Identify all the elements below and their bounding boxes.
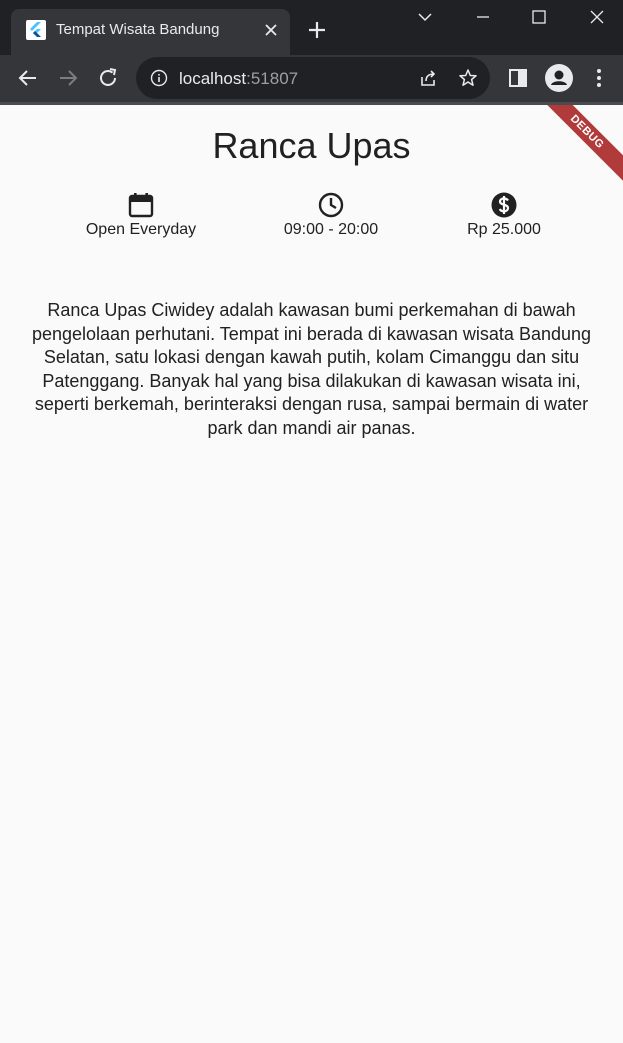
- more-menu-icon[interactable]: [587, 66, 611, 90]
- back-arrow-icon[interactable]: [17, 67, 39, 89]
- person-icon: [551, 70, 567, 85]
- url-port: :51807: [246, 69, 299, 88]
- url-host: localhost: [179, 69, 247, 88]
- profile-avatar[interactable]: [545, 64, 573, 92]
- address-bar[interactable]: localhost:51807: [136, 57, 490, 99]
- site-info-icon[interactable]: [150, 69, 168, 87]
- forward-arrow-icon[interactable]: [57, 67, 79, 89]
- dollar-icon: [491, 192, 517, 218]
- info-open-days: Open Everyday: [41, 191, 241, 239]
- window-close-icon[interactable]: [588, 8, 606, 26]
- browser-tab-strip: Tempat Wisata Bandung: [0, 0, 623, 55]
- side-panel-icon[interactable]: [506, 66, 530, 90]
- tab-search-chevron-icon[interactable]: [416, 8, 434, 26]
- opening-hours-label: 09:00 - 20:00: [283, 221, 379, 238]
- description-text: Ranca Upas Ciwidey adalah kawasan bumi p…: [31, 300, 592, 438]
- open-days-label: Open Everyday: [85, 221, 197, 238]
- reload-icon[interactable]: [97, 67, 119, 89]
- bookmark-star-icon[interactable]: [458, 68, 478, 88]
- info-ticket-price: Rp 25.000: [404, 191, 604, 239]
- info-opening-hours: 09:00 - 20:00: [231, 191, 431, 239]
- ticket-price-label: Rp 25.000: [467, 221, 541, 238]
- browser-tab[interactable]: Tempat Wisata Bandung: [11, 9, 290, 55]
- maximize-icon[interactable]: [530, 8, 548, 26]
- browser-toolbar: localhost:51807: [0, 55, 623, 102]
- flutter-logo-icon: [26, 20, 46, 40]
- page-title: Ranca Upas: [212, 125, 411, 166]
- close-tab-icon[interactable]: [261, 20, 281, 40]
- tab-title: Tempat Wisata Bandung: [56, 21, 220, 38]
- share-icon[interactable]: [418, 68, 438, 88]
- minimize-icon[interactable]: [474, 8, 492, 26]
- clock-icon: [318, 192, 344, 218]
- url-text[interactable]: localhost:51807: [179, 69, 298, 89]
- calendar-icon: [128, 193, 154, 218]
- new-tab-icon[interactable]: [305, 18, 329, 42]
- page-content: Ranca Upas Open Everyday 09:00 - 20:00 R…: [0, 105, 623, 1043]
